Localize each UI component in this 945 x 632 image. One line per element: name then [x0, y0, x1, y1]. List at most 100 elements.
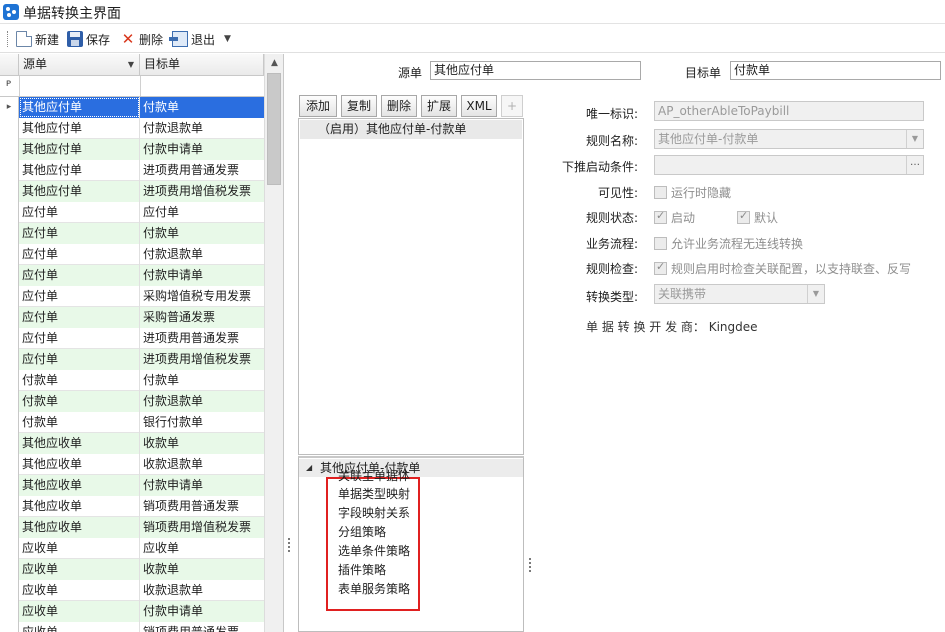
- grid-scrollbar[interactable]: ▲: [264, 54, 283, 632]
- cell-source[interactable]: 其他应收单: [19, 475, 140, 496]
- tree-node-bill-type-mapping[interactable]: 单据类型映射: [338, 485, 410, 504]
- tree-root-node[interactable]: ◢ 其他应付单-付款单: [299, 459, 523, 477]
- row-indicator[interactable]: [0, 517, 19, 538]
- table-row[interactable]: 应付单 付款申请单: [0, 265, 264, 286]
- cell-target[interactable]: 进项费用普通发票: [140, 160, 264, 181]
- filter-icon[interactable]: ▼: [128, 54, 134, 75]
- table-row[interactable]: 付款单 付款单: [0, 370, 264, 391]
- cell-target[interactable]: 采购普通发票: [140, 307, 264, 328]
- cell-target[interactable]: 付款单: [140, 223, 264, 244]
- cell-source[interactable]: 其他应付单: [19, 139, 140, 160]
- row-indicator[interactable]: [0, 307, 19, 328]
- id-field[interactable]: AP_otherAbleToPaybill: [654, 101, 924, 121]
- rule-name-select[interactable]: 其他应付单-付款单 ▼: [654, 129, 924, 149]
- tree-node-group-policy[interactable]: 分组策略: [338, 523, 386, 542]
- tree-node-main-entity[interactable]: 关联主单据体: [338, 467, 410, 486]
- xml-button[interactable]: XML: [461, 95, 497, 117]
- grid-filter-row[interactable]: ᴘ: [0, 76, 264, 97]
- cell-source[interactable]: 其他应收单: [19, 454, 140, 475]
- rule-list-item[interactable]: （启用）其他应付单-付款单: [300, 120, 522, 139]
- cell-target[interactable]: 收款退款单: [140, 454, 264, 475]
- table-row[interactable]: 应付单 进项费用增值税发票: [0, 349, 264, 370]
- row-indicator[interactable]: [0, 454, 19, 475]
- cell-source[interactable]: 其他应付单: [19, 97, 140, 118]
- cell-source[interactable]: 其他应收单: [19, 433, 140, 454]
- row-indicator[interactable]: [0, 538, 19, 559]
- row-indicator[interactable]: [0, 286, 19, 307]
- copy-rule-button[interactable]: 复制: [341, 95, 377, 117]
- table-row[interactable]: 应收单 收款退款单: [0, 580, 264, 601]
- row-indicator[interactable]: [0, 496, 19, 517]
- tree-node-plugin-policy[interactable]: 插件策略: [338, 561, 386, 580]
- cell-source[interactable]: 应付单: [19, 202, 140, 223]
- cell-target[interactable]: 应收单: [140, 538, 264, 559]
- row-indicator[interactable]: [0, 223, 19, 244]
- cell-target[interactable]: 进项费用增值税发票: [140, 349, 264, 370]
- tree-node-form-service-policy[interactable]: 表单服务策略: [338, 580, 410, 599]
- row-indicator[interactable]: [0, 412, 19, 433]
- chevron-down-icon[interactable]: ▼: [906, 130, 923, 148]
- row-indicator[interactable]: [0, 244, 19, 265]
- collapse-triangle-icon[interactable]: ◢: [306, 459, 312, 477]
- row-indicator[interactable]: [0, 433, 19, 454]
- table-row[interactable]: ▸ 其他应付单 付款单: [0, 97, 264, 118]
- new-button[interactable]: 新建: [16, 29, 59, 49]
- allow-flow-checkbox[interactable]: 允许业务流程无连线转换: [654, 235, 803, 252]
- table-row[interactable]: 应收单 应收单: [0, 538, 264, 559]
- cell-target[interactable]: 进项费用普通发票: [140, 328, 264, 349]
- table-row[interactable]: 其他应收单 销项费用增值税发票: [0, 517, 264, 538]
- table-row[interactable]: 其他应收单 付款申请单: [0, 475, 264, 496]
- cell-target[interactable]: 付款退款单: [140, 118, 264, 139]
- row-indicator[interactable]: [0, 181, 19, 202]
- table-row[interactable]: 应付单 进项费用普通发票: [0, 328, 264, 349]
- cell-source[interactable]: 其他应收单: [19, 517, 140, 538]
- enable-checkbox[interactable]: 启动: [654, 209, 695, 226]
- cell-target[interactable]: 付款申请单: [140, 475, 264, 496]
- cell-source[interactable]: 付款单: [19, 391, 140, 412]
- cell-source[interactable]: 应收单: [19, 580, 140, 601]
- chevron-down-icon[interactable]: ▼: [224, 34, 231, 44]
- cell-target[interactable]: 收款单: [140, 559, 264, 580]
- cell-source[interactable]: 付款单: [19, 370, 140, 391]
- cell-source[interactable]: 应付单: [19, 244, 140, 265]
- cell-source[interactable]: 其他应付单: [19, 118, 140, 139]
- table-row[interactable]: 其他应付单 进项费用普通发票: [0, 160, 264, 181]
- row-indicator[interactable]: [0, 265, 19, 286]
- cell-target[interactable]: 付款申请单: [140, 601, 264, 622]
- conversion-type-select[interactable]: 关联携带 ▼: [654, 284, 825, 304]
- cell-source[interactable]: 应收单: [19, 538, 140, 559]
- table-row[interactable]: 应付单 采购普通发票: [0, 307, 264, 328]
- row-indicator[interactable]: [0, 580, 19, 601]
- cell-target[interactable]: 销项费用普通发票: [140, 622, 264, 632]
- row-indicator[interactable]: ▸: [0, 97, 19, 118]
- table-row[interactable]: 付款单 银行付款单: [0, 412, 264, 433]
- cell-target[interactable]: 付款单: [140, 97, 264, 118]
- chevron-down-icon[interactable]: ▼: [807, 285, 824, 303]
- row-indicator[interactable]: [0, 328, 19, 349]
- extend-rule-button[interactable]: 扩展: [421, 95, 457, 117]
- cell-target[interactable]: 付款单: [140, 370, 264, 391]
- row-indicator[interactable]: [0, 370, 19, 391]
- table-row[interactable]: 其他应付单 付款退款单: [0, 118, 264, 139]
- cell-target[interactable]: 收款单: [140, 433, 264, 454]
- cell-source[interactable]: 其他应收单: [19, 496, 140, 517]
- add-rule-button[interactable]: 添加: [299, 95, 337, 117]
- default-checkbox[interactable]: 默认: [737, 209, 778, 226]
- cell-target[interactable]: 收款退款单: [140, 580, 264, 601]
- table-row[interactable]: 其他应收单 收款单: [0, 433, 264, 454]
- table-row[interactable]: 应收单 销项费用普通发票: [0, 622, 264, 632]
- cell-target[interactable]: 付款退款单: [140, 244, 264, 265]
- exit-button[interactable]: 退出 ▼: [169, 29, 231, 49]
- scroll-up-icon[interactable]: ▲: [265, 54, 283, 72]
- column-header-target[interactable]: 目标单: [140, 54, 264, 76]
- cell-target[interactable]: 进项费用增值税发票: [140, 181, 264, 202]
- cell-source[interactable]: 应付单: [19, 265, 140, 286]
- cell-target[interactable]: 销项费用增值税发票: [140, 517, 264, 538]
- push-condition-field[interactable]: …: [654, 155, 924, 175]
- cell-source[interactable]: 付款单: [19, 412, 140, 433]
- cell-source[interactable]: 应付单: [19, 223, 140, 244]
- cell-target[interactable]: 采购增值税专用发票: [140, 286, 264, 307]
- plus-button[interactable]: +: [501, 95, 523, 117]
- table-row[interactable]: 应付单 付款单: [0, 223, 264, 244]
- table-row[interactable]: 其他应收单 销项费用普通发票: [0, 496, 264, 517]
